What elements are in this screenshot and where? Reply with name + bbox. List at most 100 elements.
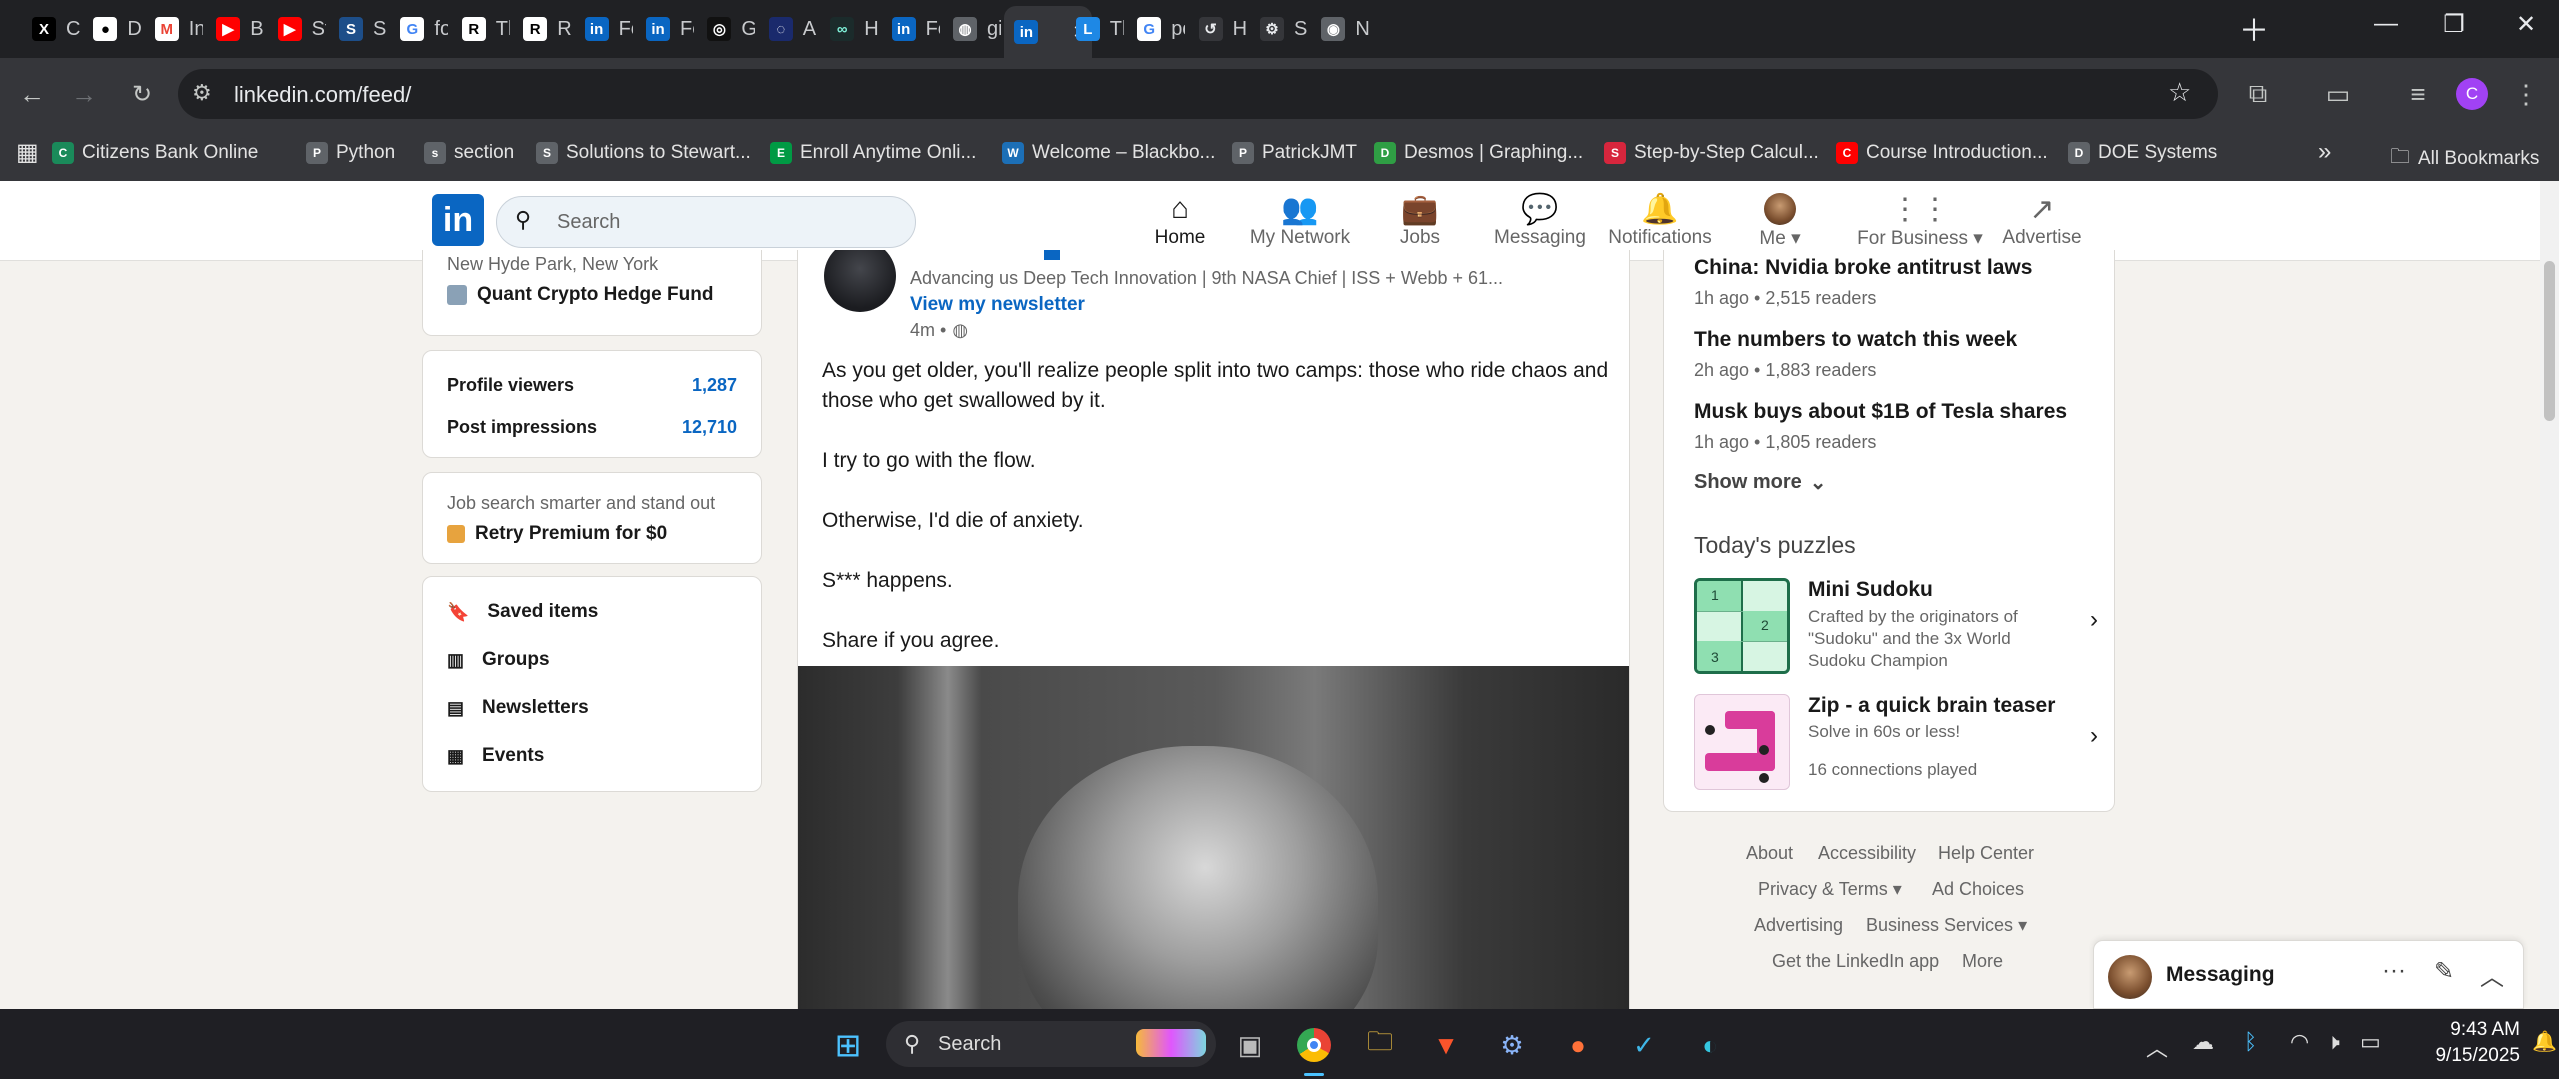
tab-14[interactable]: in Fee xyxy=(882,6,940,52)
search-input[interactable]: ⚲ Search xyxy=(496,196,916,248)
bookmark-item[interactable]: s section xyxy=(424,142,514,164)
brave-icon[interactable]: ▼ xyxy=(1424,1023,1468,1067)
chrome-icon[interactable] xyxy=(1292,1023,1336,1067)
bookmark-item[interactable]: P PatrickJMT xyxy=(1232,142,1357,164)
extensions-icon[interactable]: ⧉ xyxy=(2238,74,2278,114)
nav-jobs[interactable]: 💼 Jobs xyxy=(1355,191,1485,249)
puzzle-zip[interactable]: Zip - a quick brain teaser Solve in 60s … xyxy=(1694,694,2104,794)
footer-more[interactable]: More xyxy=(1962,951,2003,972)
url-text[interactable]: linkedin.com/feed/ xyxy=(234,82,411,108)
footer-about[interactable]: About xyxy=(1746,843,1793,864)
tab-1[interactable]: ● Dep xyxy=(83,6,141,52)
bookmark-item[interactable]: D Desmos | Graphing... xyxy=(1374,142,1583,164)
star-icon[interactable]: ☆ xyxy=(2168,77,2191,108)
bookmark-item[interactable]: W Welcome – Blackbo... xyxy=(1002,142,1215,164)
tab-9[interactable]: in Fee xyxy=(575,6,633,52)
tab-20[interactable]: ⚙ Sett xyxy=(1250,6,1308,52)
left-link-newsletters[interactable]: ▤ Newsletters xyxy=(447,697,589,719)
bookmark-item[interactable]: C Citizens Bank Online xyxy=(52,142,258,164)
nav-for-business[interactable]: ⋮⋮ For Business ▾ xyxy=(1855,191,1985,250)
nav-notifications[interactable]: 🔔 Notifications xyxy=(1595,191,1725,249)
minimize-button[interactable]: — xyxy=(2356,10,2416,38)
forward-icon[interactable]: → xyxy=(64,74,104,114)
taskbar-search[interactable]: ⚲ Search xyxy=(886,1021,1216,1067)
tab-18[interactable]: Gpoly xyxy=(1127,6,1185,52)
bookmark-item[interactable]: C Course Introduction... xyxy=(1836,142,2048,164)
queue-icon[interactable]: ≡ xyxy=(2398,74,2438,114)
tab-12[interactable]: ◌ Alte xyxy=(759,6,817,52)
more-options-icon[interactable]: ··· xyxy=(2382,957,2406,985)
news-headline[interactable]: Musk buys about $1B of Tesla shares xyxy=(1694,400,2067,424)
profile-viewers-value[interactable]: 1,287 xyxy=(692,375,737,396)
tab-21[interactable]: ◉ Nev xyxy=(1311,6,1369,52)
profile-viewers-label[interactable]: Profile viewers xyxy=(447,375,574,396)
tab-15[interactable]: ◍ gith xyxy=(943,6,1001,52)
windows-start-icon[interactable]: ⊞ xyxy=(826,1023,870,1067)
tab-11[interactable]: ◎ Gra xyxy=(697,6,755,52)
tab-6[interactable]: Gforu xyxy=(390,6,448,52)
tab-8[interactable]: R Res xyxy=(513,6,571,52)
footer-privacy-terms[interactable]: Privacy & Terms ▾ xyxy=(1758,879,1902,900)
post-image[interactable] xyxy=(798,666,1629,1010)
chevron-right-icon[interactable]: » xyxy=(2318,138,2331,166)
nav-home[interactable]: ⌂ Home xyxy=(1115,191,1245,249)
nav-my-network[interactable]: 👥 My Network xyxy=(1235,191,1365,249)
bookmark-item[interactable]: E Enroll Anytime Onli... xyxy=(770,142,976,164)
post-impressions-value[interactable]: 12,710 xyxy=(682,417,737,438)
tab-10[interactable]: in Fee xyxy=(636,6,694,52)
media-icon[interactable]: ▭ xyxy=(2318,74,2358,114)
all-bookmarks[interactable]: 🗀 All Bookmarks xyxy=(2390,142,2539,176)
footer-ad-choices[interactable]: Ad Choices xyxy=(1932,879,2024,900)
tab-5[interactable]: S Sea xyxy=(329,6,387,52)
footer-get-app[interactable]: Get the LinkedIn app xyxy=(1772,951,1939,972)
bookmark-item[interactable]: S Solutions to Stewart... xyxy=(536,142,751,164)
nav-advertise[interactable]: ↗ Advertise xyxy=(1977,191,2107,249)
volume-muted-icon[interactable]: 🕨 xyxy=(2326,1029,2340,1055)
footer-advertising[interactable]: Advertising xyxy=(1754,915,1843,936)
bookmark-item[interactable]: D DOE Systems xyxy=(2068,142,2217,164)
puzzle-mini-sudoku[interactable]: 1 2 3 Mini Sudoku Crafted by the origina… xyxy=(1694,578,2104,678)
tab-17[interactable]: L The xyxy=(1066,6,1124,52)
tab-19[interactable]: ↺ Hist xyxy=(1189,6,1247,52)
author-avatar[interactable] xyxy=(824,250,896,312)
news-headline[interactable]: The numbers to watch this week xyxy=(1694,328,2017,352)
profile-company[interactable]: Quant Crypto Hedge Fund xyxy=(447,284,713,306)
reload-icon[interactable]: ↻ xyxy=(122,74,162,114)
bookmark-item[interactable]: S Step-by-Step Calcul... xyxy=(1604,142,1819,164)
news-headline[interactable]: China: Nvidia broke antitrust laws xyxy=(1694,256,2032,280)
wifi-icon[interactable]: ◠ xyxy=(2290,1029,2309,1055)
restore-button[interactable]: ❐ xyxy=(2424,10,2484,39)
premium-cta[interactable]: Retry Premium for $0 xyxy=(447,523,667,545)
premium-card[interactable]: Job search smarter and stand out Retry P… xyxy=(422,472,762,564)
vpn-icon[interactable]: ✓ xyxy=(1622,1023,1666,1067)
linkedin-logo[interactable]: in xyxy=(432,194,484,246)
new-tab-button[interactable]: ＋ xyxy=(2234,8,2274,48)
address-bar[interactable]: ⚙ linkedin.com/feed/ ☆ xyxy=(178,69,2218,119)
compose-icon[interactable]: ✎ xyxy=(2434,957,2454,986)
post-impressions-label[interactable]: Post impressions xyxy=(447,417,597,438)
tray-chevron-up-icon[interactable]: ︿ xyxy=(2146,1031,2168,1063)
view-newsletter-link[interactable]: View my newsletter xyxy=(910,294,1085,316)
tab-13[interactable]: ∞ Hyp xyxy=(820,6,878,52)
nav-me[interactable]: Me ▾ xyxy=(1715,191,1845,250)
close-window-button[interactable]: ✕ xyxy=(2496,10,2556,39)
nav-messaging[interactable]: 💬 Messaging xyxy=(1475,191,1605,249)
chevron-up-icon[interactable]: ︿ xyxy=(2480,957,2504,992)
footer-accessibility[interactable]: Accessibility xyxy=(1818,843,1916,864)
tab-4[interactable]: ▶ Stev xyxy=(268,6,326,52)
profile-avatar[interactable]: C xyxy=(2452,74,2492,114)
firefox-icon[interactable]: ● xyxy=(1556,1023,1600,1067)
page-scrollbar[interactable] xyxy=(2540,181,2559,1009)
notification-bell-icon[interactable]: 🔔 xyxy=(2532,1029,2557,1054)
left-link-saved-items[interactable]: 🔖 Saved items xyxy=(447,601,598,623)
bookmark-item[interactable]: P Python xyxy=(306,142,395,164)
footer-help-center[interactable]: Help Center xyxy=(1938,843,2034,864)
tab-0[interactable]: X Calv xyxy=(22,6,80,52)
tab-7[interactable]: R The xyxy=(452,6,510,52)
apps-icon[interactable]: ▦ xyxy=(16,138,39,167)
tab-3[interactable]: ▶ Big xyxy=(206,6,264,52)
tab-2[interactable]: M Inbo xyxy=(145,6,203,52)
clock-date[interactable]: 9/15/2025 xyxy=(2400,1045,2520,1067)
bluetooth-icon[interactable]: ᛒ xyxy=(2244,1029,2257,1055)
footer-business-services[interactable]: Business Services ▾ xyxy=(1866,915,2027,936)
